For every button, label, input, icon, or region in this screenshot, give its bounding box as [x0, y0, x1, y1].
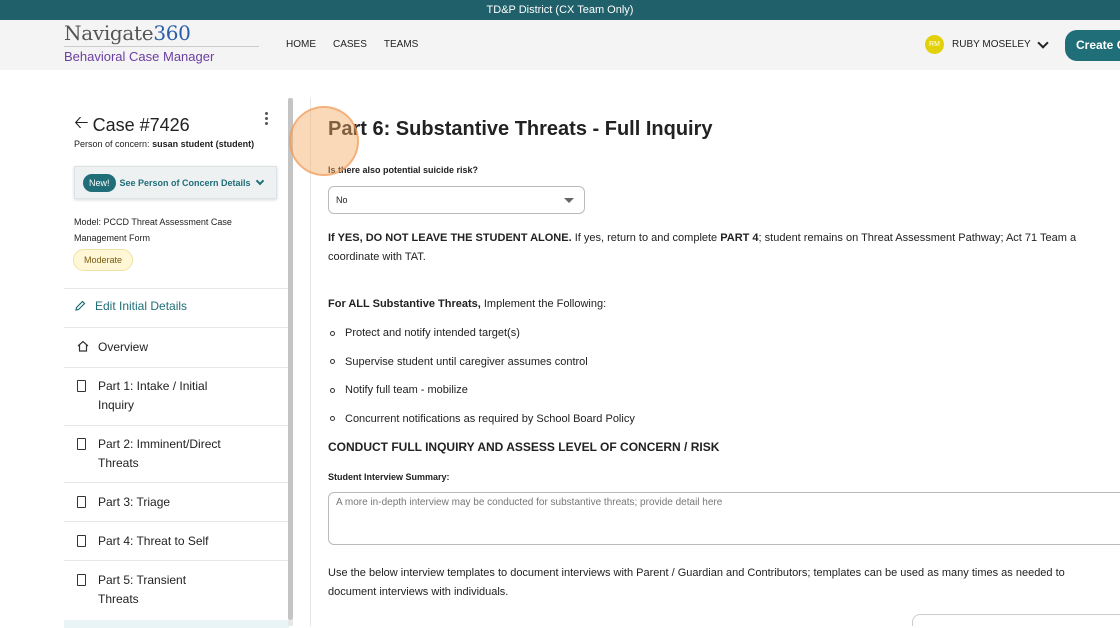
new-badge: New! [83, 173, 116, 192]
district-banner-text: TD&P District (CX Team Only) [486, 4, 634, 16]
sidebar-item-part3[interactable]: Part 3: Triage [77, 493, 282, 514]
nav-home[interactable]: HOME [286, 39, 316, 50]
poc-details-link: See Person of Concern Details [119, 177, 251, 188]
pencil-icon [75, 300, 86, 311]
list-item: Notify full team - mobilize [328, 376, 635, 405]
sidebar-item-part6[interactable] [64, 620, 289, 628]
textarea-placeholder: A more in-depth interview may be conduct… [336, 497, 723, 508]
sidebar-item-part5[interactable]: Part 5: Transient Threats [77, 571, 282, 609]
sidebar-item-overview[interactable]: Overview [77, 338, 282, 358]
main-nav: HOME CASES TEAMS [286, 39, 418, 50]
app-header: Navigate360 Behavioral Case Manager HOME… [0, 20, 1120, 70]
document-icon [77, 496, 86, 508]
add-interview-button[interactable] [912, 614, 1120, 626]
suicide-risk-label: Is there also potential suicide risk? [328, 165, 479, 175]
chevron-down-icon [255, 176, 264, 186]
poc-label: Person of concern: [74, 139, 150, 149]
edit-label: Edit Initial Details [95, 299, 188, 313]
suicide-risk-select[interactable]: No [328, 186, 585, 214]
sidebar-item-part4[interactable]: Part 4: Threat to Self [77, 532, 282, 553]
sidebar-item-label: Part 4: Threat to Self [98, 534, 209, 548]
dropdown-arrow-icon [564, 198, 574, 203]
action-list: Protect and notify intended target(s) Su… [328, 319, 635, 433]
interview-summary-label: Student Interview Summary: [328, 472, 450, 482]
sidebar-item-part1[interactable]: Part 1: Intake / Initial Inquiry [77, 377, 282, 415]
user-menu[interactable]: RM RUBY MOSELEY [925, 35, 1049, 54]
sidebar-item-label: Part 5: Transient Threats [98, 573, 187, 606]
document-icon [77, 438, 86, 450]
risk-level-badge: Moderate [73, 249, 134, 271]
case-title: 🡠 Case #7426 [74, 110, 190, 140]
section-heading: CONDUCT FULL INQUIRY AND ASSESS LEVEL OF… [328, 440, 720, 454]
document-icon [77, 574, 86, 586]
home-icon [77, 340, 89, 352]
person-of-concern: Person of concern: susan student (studen… [74, 139, 254, 149]
edit-initial-details[interactable]: Edit Initial Details [74, 299, 187, 313]
substantive-threats-heading: For ALL Substantive Threats, Implement t… [328, 298, 607, 310]
sidebar-scrollbar-thumb[interactable] [288, 98, 293, 620]
back-arrow-icon[interactable]: 🡠 [74, 110, 89, 140]
district-banner: TD&P District (CX Team Only) [0, 0, 1120, 20]
model-text: Model: PCCD Threat Assessment Case Manag… [74, 217, 232, 243]
page-title: Part 6: Substantive Threats - Full Inqui… [328, 118, 713, 140]
case-sidebar: 🡠 Case #7426 Person of concern: susan st… [64, 98, 289, 628]
list-item: Concurrent notifications as required by … [328, 405, 635, 434]
user-name: RUBY MOSELEY [952, 39, 1031, 50]
sidebar-item-label: Part 2: Imminent/Direct Threats [98, 437, 221, 470]
sidebar-item-label: Part 3: Triage [98, 495, 171, 509]
interview-summary-textarea[interactable]: A more in-depth interview may be conduct… [328, 492, 1120, 545]
document-icon [77, 380, 86, 392]
logo-main-text: Navigate [64, 21, 154, 45]
main-content: Part 6: Substantive Threats - Full Inqui… [328, 98, 1120, 626]
document-icon [77, 535, 86, 547]
logo-number-text: 360 [153, 21, 191, 45]
sidebar-item-label: Overview [98, 340, 149, 354]
interview-templates-paragraph: Use the below interview templates to doc… [328, 567, 1065, 598]
sidebar-item-label: Part 1: Intake / Initial Inquiry [98, 379, 208, 412]
list-item: Protect and notify intended target(s) [328, 319, 635, 348]
nav-teams[interactable]: TEAMS [384, 39, 418, 50]
kebab-menu-icon[interactable] [262, 112, 270, 125]
list-item: Supervise student until caregiver assume… [328, 348, 635, 377]
click-indicator [289, 106, 359, 176]
case-number: Case #7426 [92, 114, 190, 135]
chevron-down-icon [1037, 36, 1049, 49]
select-value: No [336, 195, 348, 205]
logo-subtitle: Behavioral Case Manager [64, 49, 215, 64]
nav-cases[interactable]: CASES [333, 39, 367, 50]
avatar: RM [925, 35, 944, 54]
app-logo[interactable]: Navigate360 Behavioral Case Manager [64, 21, 259, 64]
if-yes-paragraph: If YES, DO NOT LEAVE THE STUDENT ALONE. … [328, 232, 1077, 263]
poc-details-toggle[interactable]: New! See Person of Concern Details [74, 166, 277, 199]
sidebar-item-part2[interactable]: Part 2: Imminent/Direct Threats [77, 435, 282, 473]
create-button[interactable]: Create C [1065, 30, 1120, 61]
poc-value: susan student (student) [152, 139, 255, 149]
